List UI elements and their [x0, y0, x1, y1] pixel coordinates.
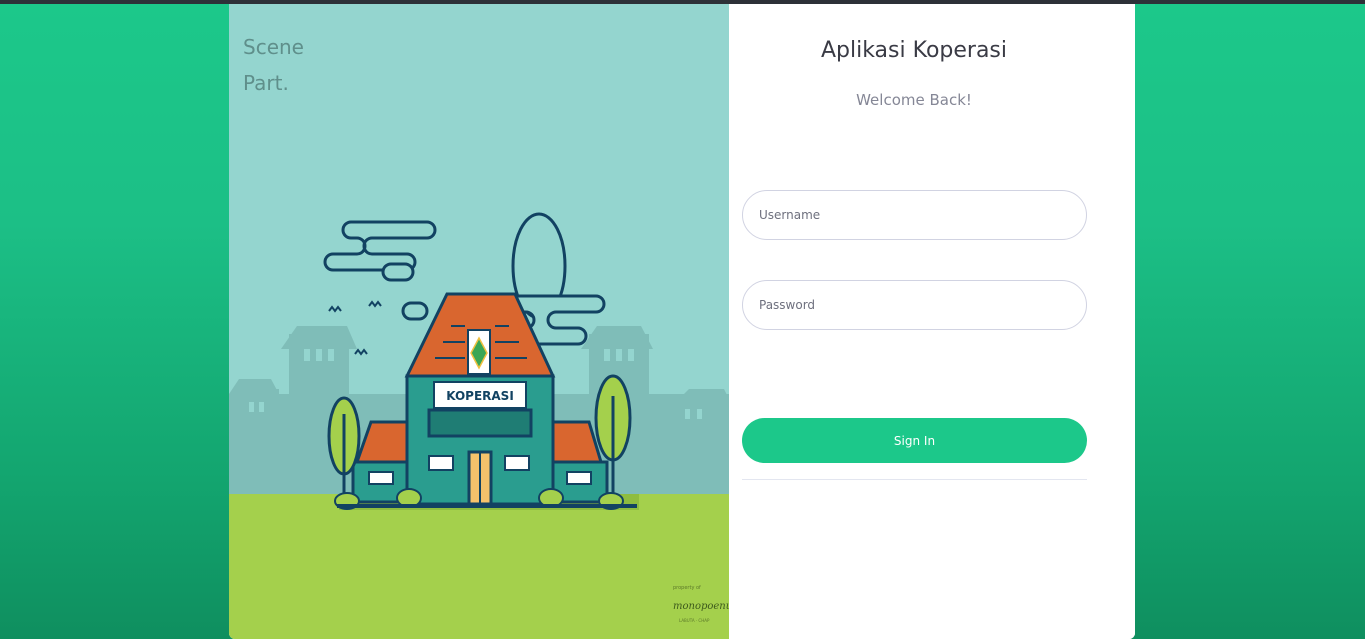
credit-sub: LABUTA · CHAP	[679, 618, 710, 623]
cooperative-illustration: KOPERASI Scene Part. property of monopoe…	[229, 4, 729, 639]
login-form-panel: Aplikasi Koperasi Welcome Back! Sign In	[729, 4, 1135, 639]
credit-brand: monopoenuk	[673, 601, 729, 612]
watermark-part: Part.	[243, 71, 289, 95]
sign-text: KOPERASI	[446, 389, 514, 403]
username-input[interactable]	[742, 190, 1087, 240]
watermark-scene: Scene	[243, 35, 304, 59]
credit-small: property of	[673, 585, 701, 591]
login-card: KOPERASI Scene Part. property of monopoe…	[229, 4, 1135, 639]
koperasi-building-image: KOPERASI Scene Part. property of monopoe…	[229, 4, 729, 639]
divider	[742, 479, 1087, 480]
welcome-text: Welcome Back!	[856, 91, 972, 109]
password-input[interactable]	[742, 280, 1087, 330]
sign-in-button[interactable]: Sign In	[742, 418, 1087, 463]
page-title: Aplikasi Koperasi	[820, 38, 1008, 63]
